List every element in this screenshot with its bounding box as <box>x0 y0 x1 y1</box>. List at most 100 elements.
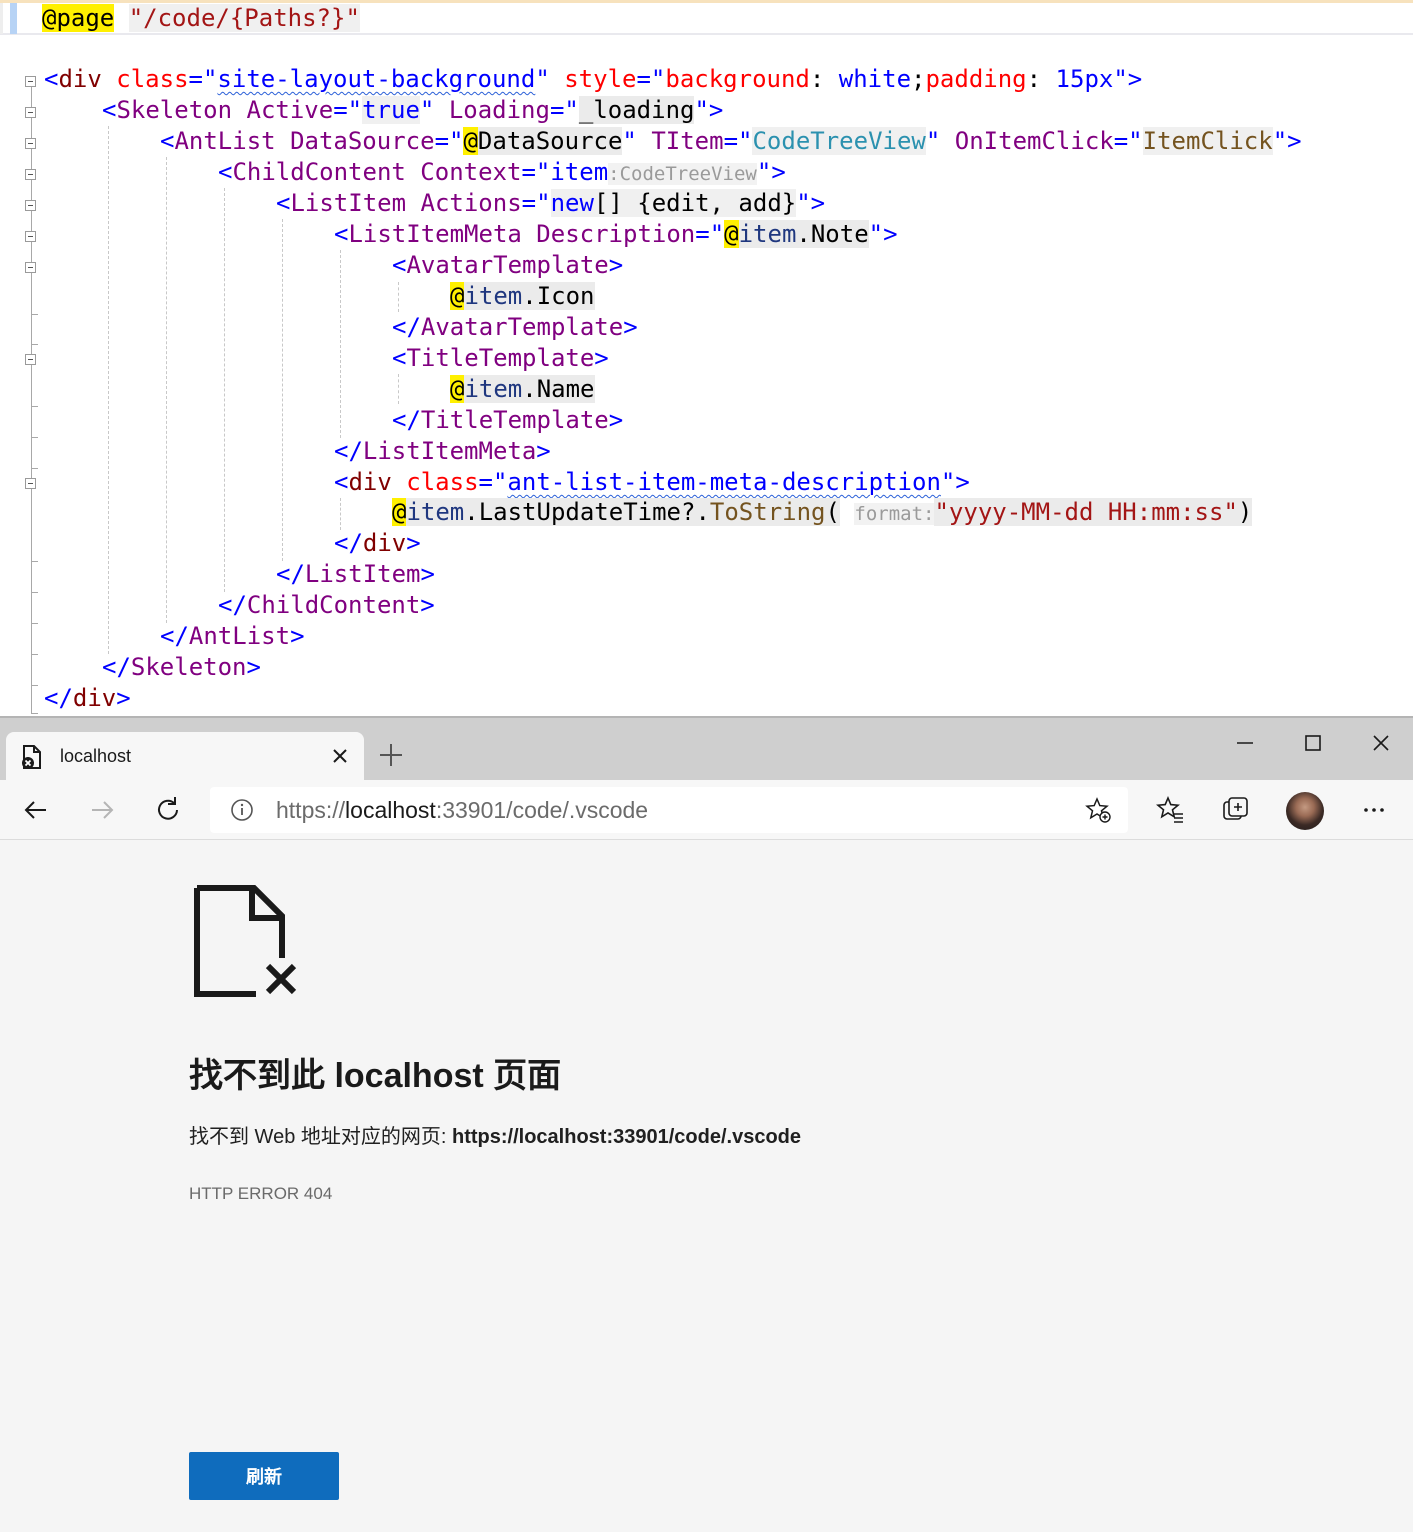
code-line-page-directive[interactable]: @page "/code/{Paths?}" <box>42 3 360 34</box>
fold-toggle[interactable] <box>25 76 36 87</box>
attribute-name: Active <box>246 96 334 124</box>
minimize-icon[interactable] <box>1230 728 1260 758</box>
favorites-icon[interactable] <box>1154 794 1186 826</box>
code-line[interactable]: </TitleTemplate> <box>392 405 623 436</box>
paren: ( <box>825 498 840 526</box>
forward-arrow-icon[interactable] <box>86 794 118 826</box>
fold-toggle[interactable] <box>25 478 36 489</box>
css-value: 15px <box>1055 65 1114 93</box>
indent-guide <box>224 188 225 592</box>
attribute-name: Description <box>536 220 696 248</box>
code-line[interactable]: </Skeleton> <box>102 652 261 683</box>
maximize-icon[interactable] <box>1298 728 1328 758</box>
fold-toggle[interactable] <box>25 138 36 149</box>
tag-bracket: < <box>218 158 233 186</box>
browser-window: localhost https://localhost:33901/code/.… <box>0 716 1413 1532</box>
collections-icon[interactable] <box>1220 794 1252 826</box>
attribute-eq: =" <box>636 65 666 93</box>
code-line[interactable]: @item.Name <box>450 374 595 405</box>
code-line[interactable]: <AvatarTemplate> <box>392 250 623 281</box>
tag-bracket: </ <box>44 684 73 712</box>
code-line[interactable]: </AntList> <box>160 621 305 652</box>
fold-toggle[interactable] <box>25 262 36 273</box>
tag-bracket: < <box>392 344 407 372</box>
attribute-eq: =" <box>478 468 508 496</box>
attribute-value: DataSource <box>477 127 623 155</box>
fold-toggle[interactable] <box>25 231 36 242</box>
indent-guide <box>166 157 167 623</box>
code-line[interactable]: </ListItem> <box>276 559 435 590</box>
component-name: ListItemMeta <box>348 220 522 248</box>
attribute-value: _loading <box>578 96 695 124</box>
fold-tick <box>31 623 38 624</box>
fold-toggle[interactable] <box>25 107 36 118</box>
code-line[interactable]: <div class="site-layout-background" styl… <box>44 64 1142 95</box>
tag-bracket: > <box>594 344 609 372</box>
code-line[interactable]: </AvatarTemplate> <box>392 312 638 343</box>
razor-at-token: @ <box>42 4 57 32</box>
attribute-name: TItem <box>651 127 724 155</box>
tab-localhost[interactable]: localhost <box>6 732 364 780</box>
css-property: background <box>665 65 810 93</box>
indent-guide <box>340 250 341 438</box>
attribute-quote: " <box>535 65 550 93</box>
member-access: .Name <box>522 375 595 403</box>
attribute-name: OnItemClick <box>954 127 1114 155</box>
code-line[interactable]: <ChildContent Context="item:CodeTreeView… <box>218 157 786 188</box>
tag-bracket: </ <box>392 313 421 341</box>
code-line[interactable]: <Skeleton Active="true" Loading="_loadin… <box>102 95 723 126</box>
code-line[interactable]: </div> <box>44 683 131 714</box>
error-url: https://localhost:33901/code/.vscode <box>452 1126 801 1148</box>
attribute-eq: =" <box>549 96 579 124</box>
attribute-eq: =" <box>434 127 464 155</box>
fold-tick <box>31 654 38 655</box>
tag-bracket: </ <box>334 437 363 465</box>
code-line[interactable]: </ChildContent> <box>218 590 435 621</box>
fold-tick <box>31 437 38 438</box>
tag-name: div <box>72 684 117 712</box>
tag-bracket: < <box>334 468 349 496</box>
attribute-eq: =" <box>723 127 753 155</box>
code-line[interactable]: <div class="ant-list-item-meta-descripti… <box>334 467 970 498</box>
fold-toggle[interactable] <box>25 354 36 365</box>
info-icon[interactable] <box>230 798 254 822</box>
code-line[interactable]: <TitleTemplate> <box>392 343 609 374</box>
code-line[interactable]: @item.Icon <box>450 281 595 312</box>
plus-icon[interactable] <box>378 742 404 768</box>
fold-rail <box>31 86 32 714</box>
back-arrow-icon[interactable] <box>20 794 52 826</box>
code-line[interactable]: </ListItemMeta> <box>334 436 551 467</box>
directive-keyword: page <box>56 4 115 32</box>
code-line[interactable]: <AntList DataSource="@DataSource" TItem=… <box>160 126 1302 157</box>
tag-bracket: "> <box>868 220 898 248</box>
tag-name: div <box>362 529 407 557</box>
fold-toggle[interactable] <box>25 200 36 211</box>
component-name: ChildContent <box>246 591 421 619</box>
refresh-button[interactable]: 刷新 <box>189 1452 339 1500</box>
error-code: HTTP ERROR 404 <box>189 1184 333 1203</box>
indent-guide <box>398 282 399 312</box>
url-text[interactable]: https://localhost:33901/code/.vscode <box>276 787 648 833</box>
razor-at-token: @ <box>450 375 465 403</box>
code-line[interactable]: <ListItemMeta Description="@item.Note"> <box>334 219 898 250</box>
fold-tick <box>31 685 38 686</box>
close-icon[interactable] <box>1366 728 1396 758</box>
more-icon[interactable] <box>1358 794 1390 826</box>
keyword: new <box>550 189 594 217</box>
close-icon[interactable] <box>328 744 352 768</box>
code-line[interactable]: </div> <box>334 528 421 559</box>
tag-bracket: </ <box>334 529 363 557</box>
identifier: item <box>464 375 523 403</box>
address-bar[interactable]: https://localhost:33901/code/.vscode <box>210 787 1128 833</box>
tag-bracket: </ <box>102 653 131 681</box>
avatar[interactable] <box>1286 792 1324 830</box>
attribute-value: item <box>550 158 609 186</box>
razor-at-token: @ <box>463 127 478 155</box>
fold-toggle[interactable] <box>25 169 36 180</box>
code-line[interactable]: @item.LastUpdateTime?.ToString( format:"… <box>392 497 1253 528</box>
code-line[interactable]: <ListItem Actions="new[] {edit, add}"> <box>276 188 825 219</box>
code-editor[interactable]: @page "/code/{Paths?}" <div class="site-… <box>0 0 1413 716</box>
add-favorite-icon[interactable] <box>1084 796 1112 824</box>
attribute-quote: " <box>622 127 637 155</box>
refresh-icon[interactable] <box>152 794 184 826</box>
